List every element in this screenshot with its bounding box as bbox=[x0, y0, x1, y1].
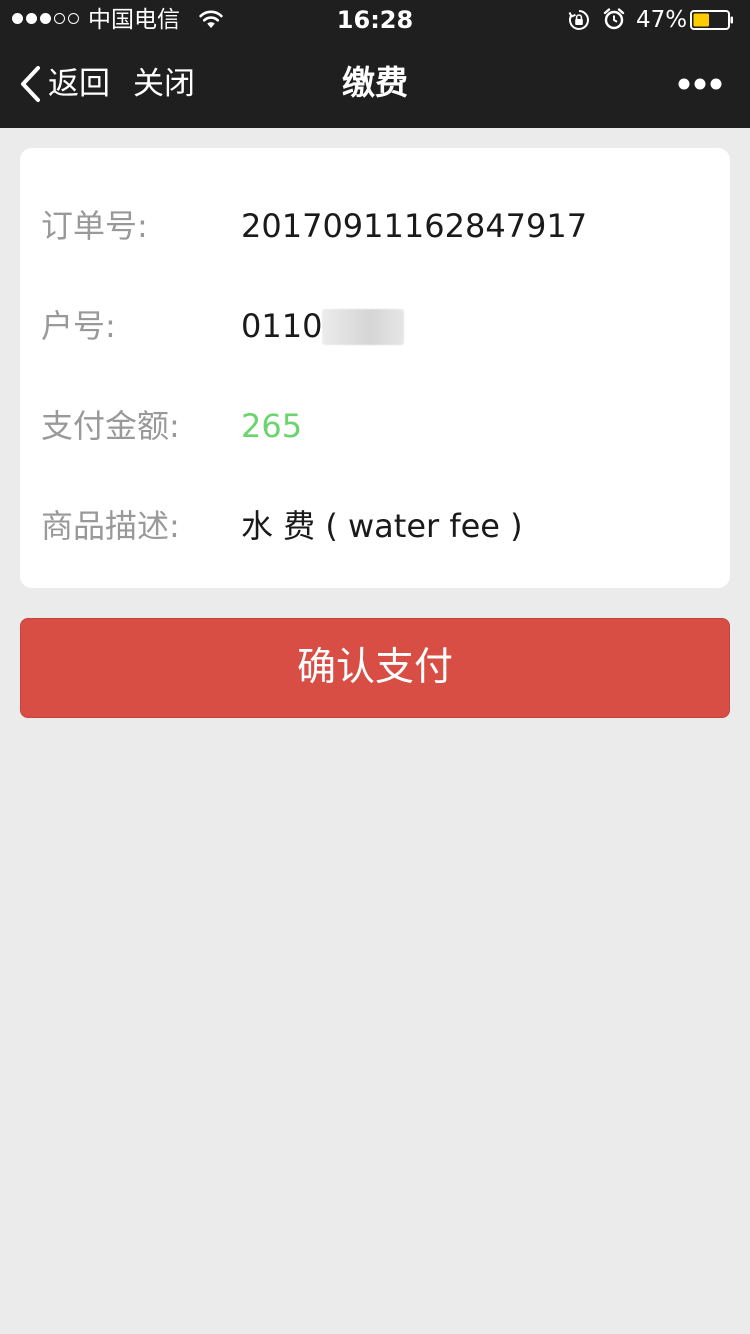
account-number-field: 0110 bbox=[241, 306, 405, 346]
confirm-payment-button[interactable]: 确认支付 bbox=[20, 618, 730, 718]
account-number-label: 户号: bbox=[41, 307, 116, 345]
order-number-row: 订单号: 20170911162847917 bbox=[20, 196, 730, 256]
battery-fill bbox=[693, 13, 709, 27]
order-number-label: 订单号: bbox=[41, 207, 148, 245]
battery-percentage: 47% bbox=[636, 7, 688, 33]
status-bar: 中国电信 16:28 47% bbox=[0, 0, 750, 40]
account-number-value: 0110 bbox=[241, 307, 323, 345]
alarm-icon bbox=[603, 8, 625, 30]
payment-amount-value: 265 bbox=[241, 407, 303, 445]
rotation-lock-icon bbox=[568, 10, 589, 30]
nav-bar: 返回 关闭 缴费 bbox=[0, 40, 750, 128]
product-description-row: 商品描述: 水 费 ( water fee ) bbox=[20, 496, 730, 556]
page-title: 缴费 bbox=[342, 63, 408, 102]
payment-amount-label: 支付金额: bbox=[41, 407, 180, 445]
redacted-mask bbox=[322, 309, 405, 345]
payment-amount-row: 支付金额: 265 bbox=[20, 396, 730, 456]
battery-icon bbox=[690, 10, 733, 30]
order-info-card: 订单号: 20170911162847917 户号: 0110 支付金额: 26… bbox=[20, 148, 730, 588]
order-number-value: 20170911162847917 bbox=[241, 207, 588, 245]
more-icon[interactable] bbox=[672, 70, 728, 98]
product-description-value: 水 费 ( water fee ) bbox=[241, 507, 523, 545]
product-description-label: 商品描述: bbox=[41, 507, 180, 545]
account-number-row: 户号: 0110 bbox=[20, 296, 730, 356]
